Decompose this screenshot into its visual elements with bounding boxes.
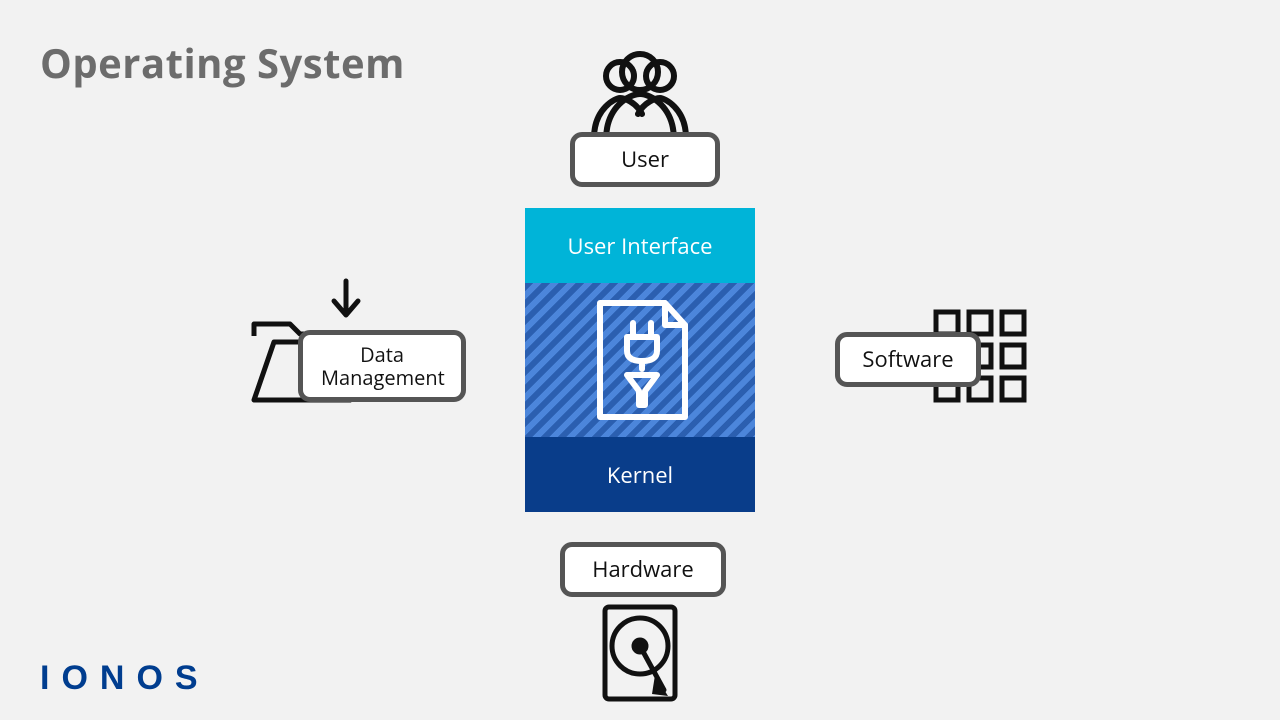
os-middle-layer bbox=[525, 283, 755, 437]
kernel-label: Kernel bbox=[607, 460, 673, 490]
kernel-layer: Kernel bbox=[525, 437, 755, 512]
hardware-label: Hardware bbox=[560, 542, 726, 597]
user-interface-label: User Interface bbox=[568, 231, 713, 261]
user-interface-layer: User Interface bbox=[525, 208, 755, 283]
harddrive-icon bbox=[600, 602, 680, 704]
user-label: User bbox=[570, 132, 720, 187]
user-icon bbox=[576, 48, 704, 140]
software-label: Software bbox=[835, 332, 981, 387]
page-title: Operating System bbox=[40, 35, 405, 90]
brand-logo: IONOS bbox=[40, 659, 210, 698]
os-stack: User Interface Kernel bbox=[525, 208, 755, 512]
data-management-label: Data Management bbox=[298, 330, 466, 402]
plugin-sheet-icon bbox=[585, 295, 695, 425]
